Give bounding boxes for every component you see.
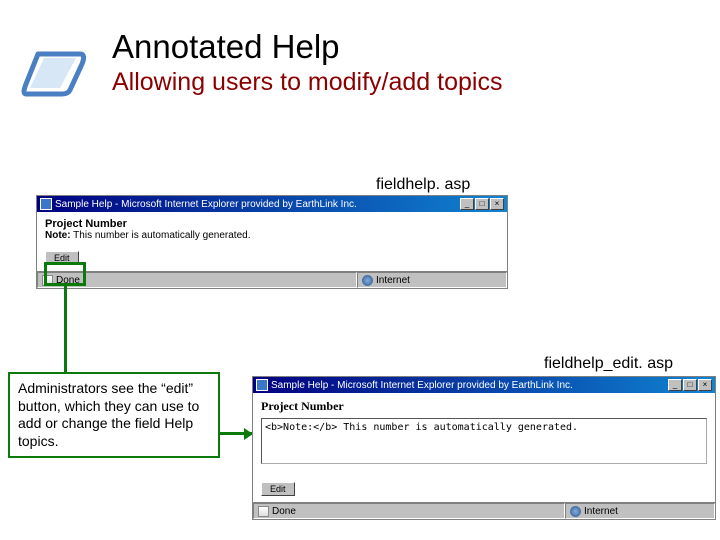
slide-title: Annotated Help [112,28,502,66]
filename-label-2: fieldhelp_edit. asp [544,355,673,373]
status-right-text: Internet [376,275,410,286]
filename-label-1: fieldhelp. asp [376,176,470,194]
topic-heading: Project Number [45,218,499,230]
client-area: Project Number Note: This number is auto… [37,212,507,271]
annotation-arrow-horizontal [220,432,252,435]
window-title: Sample Help - Microsoft Internet Explore… [271,380,573,391]
browser-window-edit: Sample Help - Microsoft Internet Explore… [252,376,716,520]
slide-subtitle: Allowing users to modify/add topics [112,68,502,97]
note-text: This number is automatically generated. [73,230,250,241]
edit-button[interactable]: Edit [261,482,295,496]
annotation-arrow-vertical [64,286,67,372]
callout-text: Administrators see the “edit” button, wh… [18,380,199,449]
html-source-textarea[interactable]: <b>Note:</b> This number is automaticall… [261,418,707,464]
maximize-button[interactable]: □ [475,198,489,210]
window-title: Sample Help - Microsoft Internet Explore… [55,199,357,210]
topic-note: Note: This number is automatically gener… [45,230,499,241]
page-icon [20,44,94,103]
note-label: Note: [45,230,71,241]
topic-heading: Project Number [261,399,707,414]
status-left: Done [37,272,357,288]
document-icon [258,506,269,517]
status-left: Done [253,503,565,519]
titlebar: Sample Help - Microsoft Internet Explore… [37,196,507,212]
edit-button[interactable]: Edit [45,251,79,265]
titlebar: Sample Help - Microsoft Internet Explore… [253,377,715,393]
slide-header: Annotated Help Allowing users to modify/… [112,28,502,97]
ie-icon [256,379,268,391]
minimize-button[interactable]: _ [460,198,474,210]
status-right-text: Internet [584,506,618,517]
minimize-button[interactable]: _ [668,379,682,391]
close-button[interactable]: × [490,198,504,210]
status-left-text: Done [272,506,296,517]
status-bar: Done Internet [37,271,507,288]
close-button[interactable]: × [698,379,712,391]
status-right: Internet [565,503,715,519]
maximize-button[interactable]: □ [683,379,697,391]
browser-window-view: Sample Help - Microsoft Internet Explore… [36,195,508,289]
client-area: Project Number <b>Note:</b> This number … [253,393,715,502]
internet-zone-icon [362,275,373,286]
ie-icon [40,198,52,210]
callout-box: Administrators see the “edit” button, wh… [8,372,220,458]
document-icon [42,275,53,286]
status-bar: Done Internet [253,502,715,519]
status-left-text: Done [56,275,80,286]
status-right: Internet [357,272,507,288]
internet-zone-icon [570,506,581,517]
